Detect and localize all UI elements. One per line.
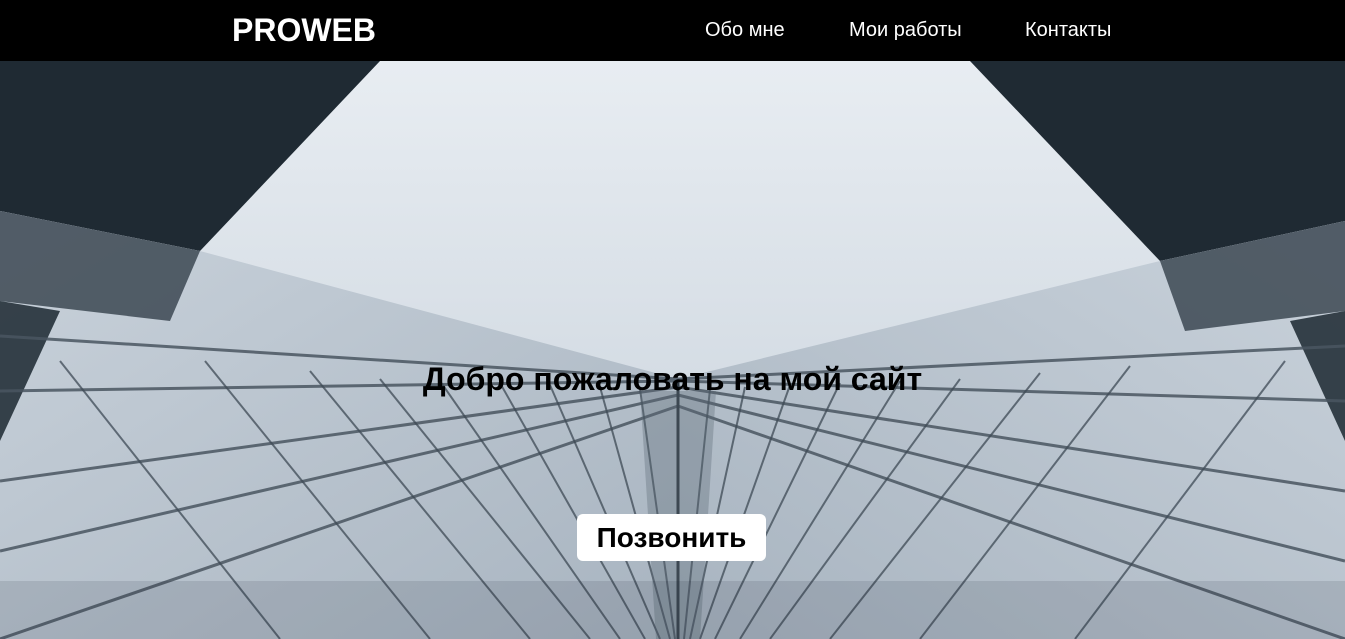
hero-section: Добро пожаловать на мой сайт Позвонить <box>0 61 1345 639</box>
hero-title: Добро пожаловать на мой сайт <box>422 361 923 397</box>
main-nav: Обо мне Мои работы Контакты <box>0 0 1345 61</box>
nav-link-about[interactable]: Обо мне <box>705 19 785 41</box>
nav-link-contacts[interactable]: Контакты <box>1025 19 1111 41</box>
call-button[interactable]: Позвонить <box>577 514 766 561</box>
nav-link-works[interactable]: Мои работы <box>849 19 962 41</box>
site-header: PROWEB Обо мне Мои работы Контакты <box>0 0 1345 61</box>
